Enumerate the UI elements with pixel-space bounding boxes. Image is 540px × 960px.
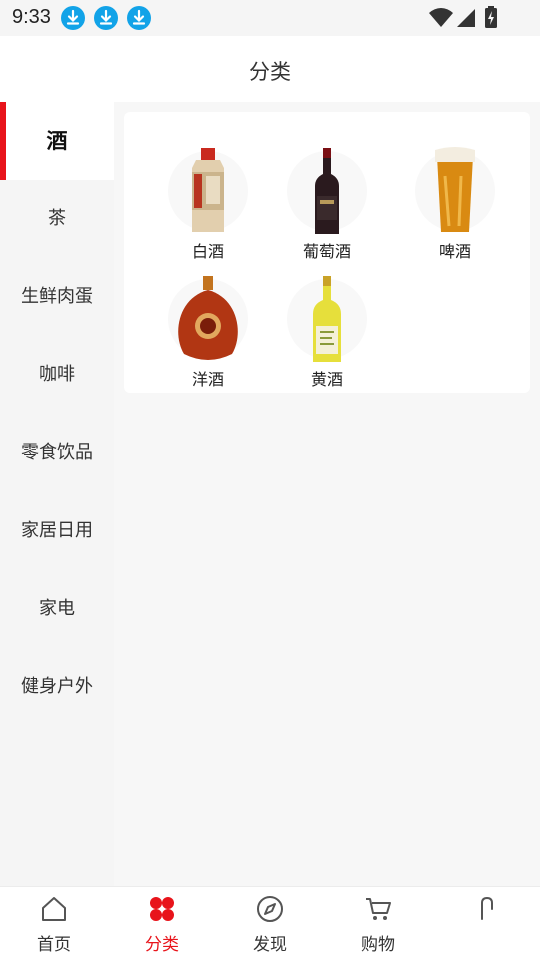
app-header: 分类 [0, 36, 540, 102]
subcategory-grid: 白酒 葡萄酒 啤酒 洋酒 黄酒 [124, 112, 530, 393]
sidebar-item-fresh-food[interactable]: 生鲜肉蛋 [0, 258, 114, 336]
signal-icon [457, 9, 475, 27]
beer-glass-image [415, 147, 495, 232]
home-icon [42, 897, 66, 921]
subcategory-item[interactable]: 黄酒 [267, 258, 387, 389]
download-icon [94, 6, 118, 30]
subcategory-item[interactable]: 洋酒 [148, 258, 268, 389]
tab-home[interactable]: 首页 [0, 887, 108, 960]
xo-bottle-image [168, 276, 248, 360]
battery-icon [485, 6, 497, 28]
profile-icon [481, 896, 493, 920]
tab-discover[interactable]: 发现 [216, 887, 324, 960]
subcategory-item[interactable]: 啤酒 [395, 130, 515, 261]
sidebar-item-fitness[interactable]: 健身户外 [0, 648, 114, 726]
tab-profile[interactable] [432, 887, 540, 960]
tab-label: 分类 [145, 935, 179, 955]
tab-label: 首页 [37, 935, 71, 955]
sidebar-item-snacks[interactable]: 零食饮品 [0, 414, 114, 492]
subcategory-label: 黄酒 [310, 370, 343, 389]
subcategory-label: 洋酒 [191, 370, 224, 389]
wine-bottle-image [287, 148, 367, 234]
subcategory-item[interactable]: 白酒 [148, 130, 268, 261]
tab-category[interactable]: 分类 [108, 887, 216, 960]
yellow-wine-bottle-image [287, 276, 367, 362]
download-icon [61, 6, 85, 30]
status-time: 9:33 [12, 6, 51, 28]
tab-cart[interactable]: 购物 [324, 887, 432, 960]
tab-label: 发现 [253, 935, 287, 955]
baijiu-bottle-image [168, 148, 248, 232]
category-icon [150, 897, 174, 921]
subcategory-item[interactable]: 葡萄酒 [267, 130, 387, 261]
category-sidebar: 酒 茶 生鲜肉蛋 咖啡 零食饮品 家居日用 家电 健身户外 [0, 102, 114, 886]
cart-icon [366, 898, 391, 920]
status-bar: 9:33 [0, 0, 540, 36]
subcategory-label: 啤酒 [438, 242, 471, 261]
bottom-navigation: 首页 分类 发现 购物 [0, 886, 540, 960]
tab-label: 购物 [361, 935, 395, 955]
sidebar-item-coffee[interactable]: 咖啡 [0, 336, 114, 414]
compass-icon [257, 896, 283, 922]
download-icon [127, 6, 151, 30]
sidebar-item-tea[interactable]: 茶 [0, 180, 114, 258]
wifi-icon [429, 8, 453, 27]
page-title: 分类 [249, 60, 291, 84]
subcategory-panel: 白酒 葡萄酒 啤酒 洋酒 黄酒 [114, 102, 540, 886]
sidebar-item-household[interactable]: 家居日用 [0, 492, 114, 570]
sidebar-item-appliances[interactable]: 家电 [0, 570, 114, 648]
sidebar-item-liquor[interactable]: 酒 [0, 102, 114, 180]
